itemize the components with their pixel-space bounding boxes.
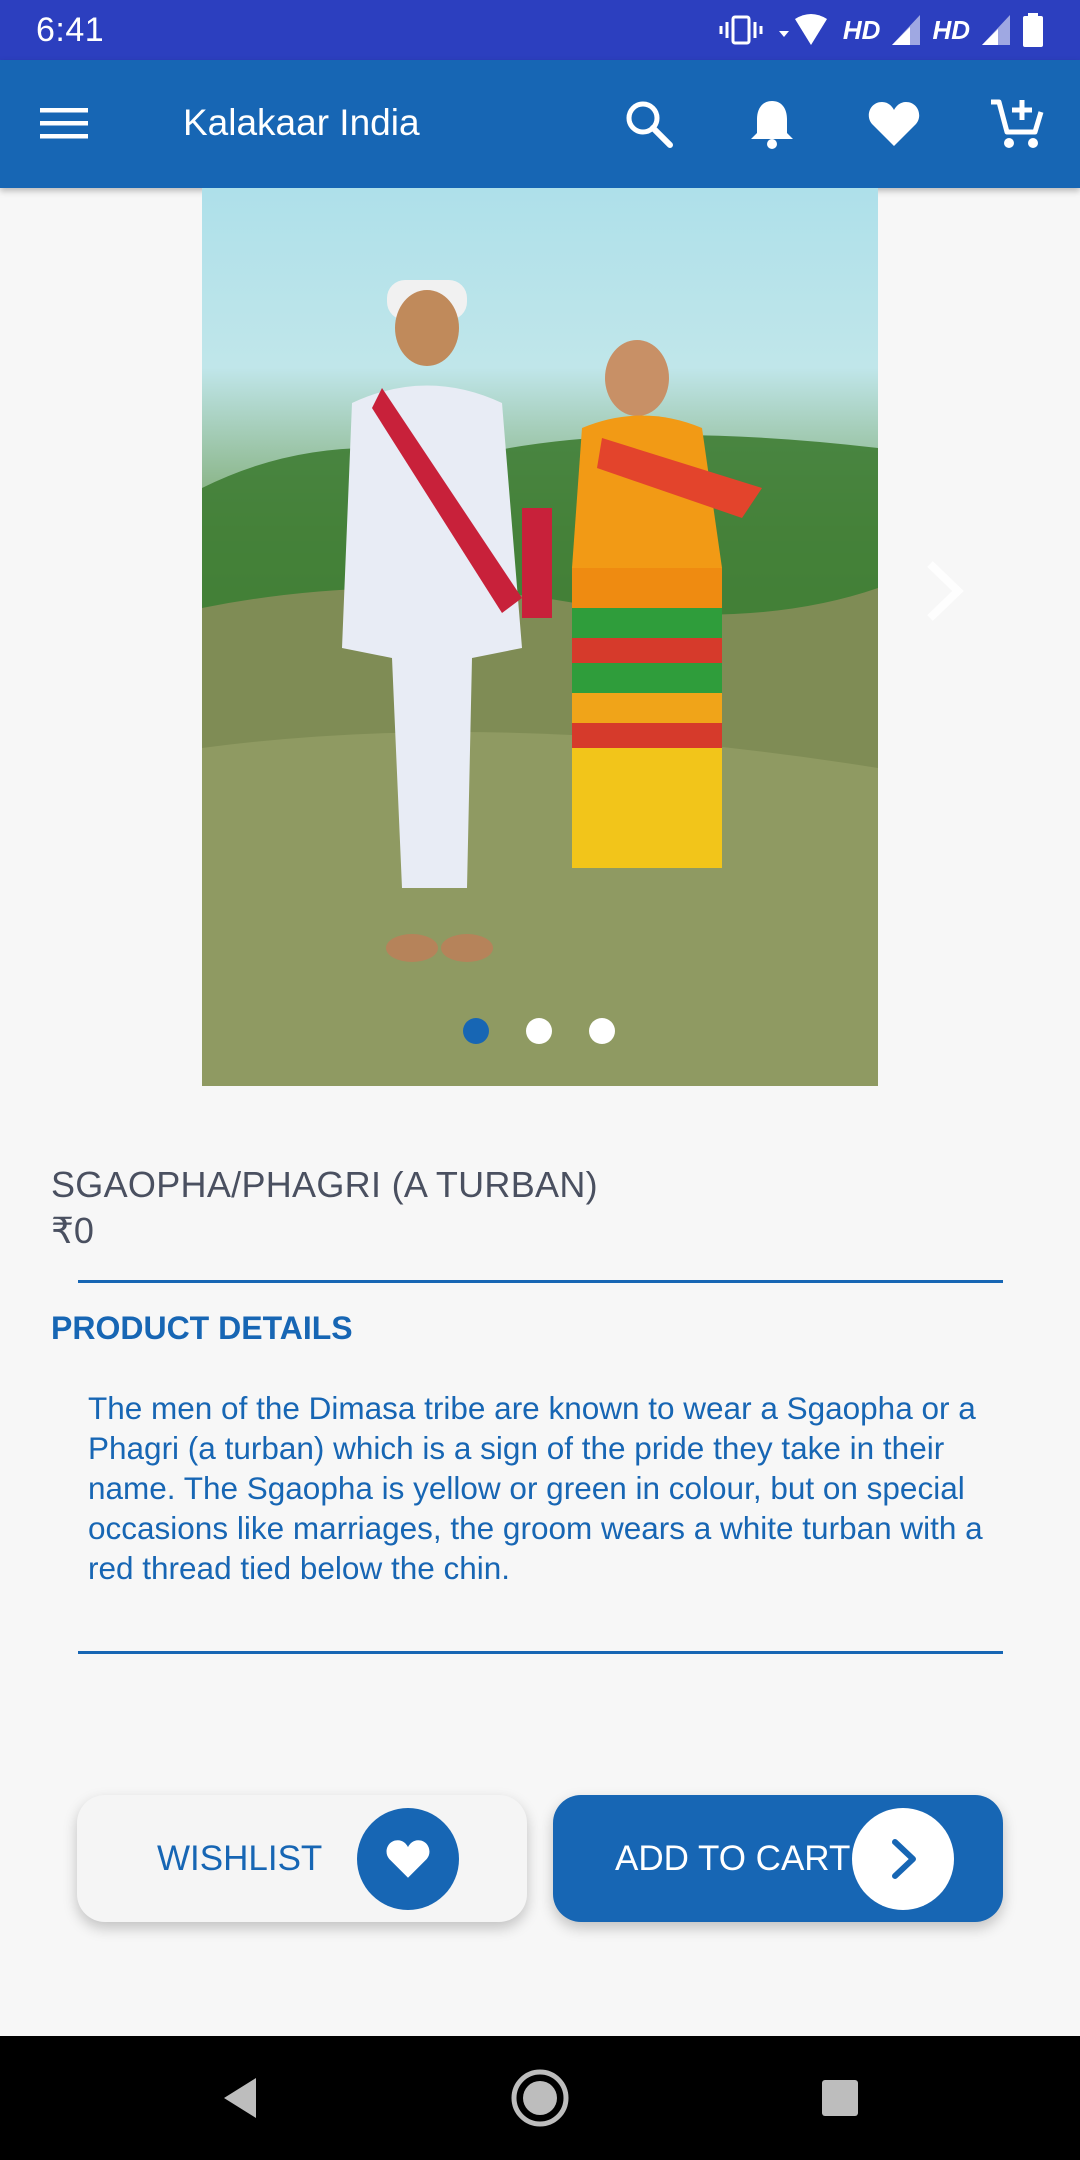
product-title: SGAOPHA/PHAGRI (A TURBAN): [51, 1164, 598, 1205]
add-to-cart-label: ADD TO CART: [615, 1839, 851, 1878]
wishlist-heart-icon: [357, 1808, 459, 1910]
product-price: ₹0: [51, 1210, 94, 1251]
add-to-cart-icon[interactable]: [985, 92, 1049, 156]
signal-icon-1: [892, 15, 921, 45]
divider: [78, 1651, 1003, 1654]
vibrate-icon: [719, 13, 763, 47]
menu-icon[interactable]: [40, 96, 100, 152]
wifi-icon: [775, 13, 831, 47]
pager-dot[interactable]: [526, 1018, 552, 1044]
status-time: 6:41: [36, 10, 105, 49]
product-screen: 6:41 HD HD Kalakaar India SGAOPHA/PHAGRI…: [0, 0, 1080, 2160]
hd-label-1: HD: [842, 14, 881, 45]
chevron-right-icon: [852, 1808, 954, 1910]
battery-icon: [1022, 13, 1044, 47]
wishlist-label: WISHLIST: [157, 1839, 323, 1878]
back-icon[interactable]: [210, 2068, 270, 2128]
home-icon[interactable]: [510, 2068, 570, 2128]
pager-dot[interactable]: [463, 1018, 489, 1044]
pager-dot[interactable]: [589, 1018, 615, 1044]
image-pager: [463, 1018, 615, 1044]
bell-icon[interactable]: [740, 92, 804, 156]
app-bar: Kalakaar India: [0, 60, 1080, 188]
product-description: The men of the Dimasa tribe are known to…: [88, 1390, 983, 1586]
signal-icon-2: [982, 15, 1010, 45]
divider: [78, 1280, 1003, 1283]
product-details-heading: PRODUCT DETAILS: [51, 1310, 353, 1346]
heart-icon[interactable]: [862, 92, 926, 156]
search-icon[interactable]: [617, 92, 681, 156]
wishlist-button[interactable]: WISHLIST: [77, 1795, 527, 1922]
product-image[interactable]: [202, 188, 878, 1086]
recents-icon[interactable]: [810, 2068, 870, 2128]
hd-label-2: HD: [932, 14, 970, 45]
next-image-arrow-icon[interactable]: [918, 556, 968, 626]
system-nav-bar: [0, 2036, 1080, 2160]
status-icons: HD HD: [719, 13, 1044, 47]
status-bar: 6:41 HD HD: [0, 0, 1080, 60]
add-to-cart-button[interactable]: ADD TO CART: [553, 1795, 1003, 1922]
app-title: Kalakaar India: [183, 102, 420, 143]
